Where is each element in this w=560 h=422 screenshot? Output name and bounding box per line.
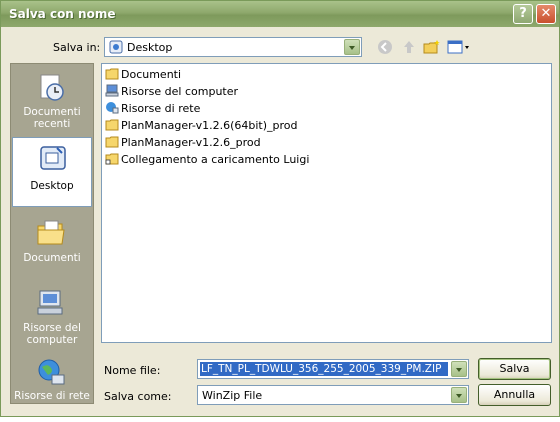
place-label: Documenti (23, 252, 81, 264)
title-bar[interactable]: Salva con nome ? ✕ (1, 1, 559, 27)
save-in-dropdown[interactable]: Desktop (104, 37, 362, 57)
my-computer-icon (36, 288, 66, 318)
help-button[interactable]: ? (513, 4, 533, 24)
place-my-computer[interactable]: Risorse del computer (11, 282, 93, 352)
my-computer-icon (105, 84, 119, 97)
close-button[interactable]: ✕ (536, 4, 556, 24)
file-list[interactable]: Documenti Risorse del computer Risorse d… (101, 63, 552, 343)
places-bar: Documenti recenti Desktop Documenti Riso… (10, 63, 94, 404)
file-name: PlanManager-v1.2.6_prod (121, 136, 261, 149)
folder-icon (105, 135, 119, 148)
save-as-dialog: Salva con nome ? ✕ Salva in: Desktop Doc… (0, 0, 560, 417)
folder-shortcut-icon (105, 152, 119, 165)
filename-label: Nome file: (104, 364, 161, 377)
file-name: Collegamento a caricamento Luigi (121, 153, 310, 166)
up-folder-icon[interactable] (399, 39, 419, 57)
list-item[interactable]: Documenti (105, 67, 181, 83)
place-label: Documenti recenti (23, 106, 81, 130)
save-in-label: Salva in: (53, 41, 101, 54)
documents-folder-icon (105, 67, 119, 80)
desktop-icon (38, 144, 68, 174)
place-network[interactable]: Risorse di rete (11, 352, 93, 422)
recent-documents-icon (36, 72, 66, 102)
back-icon[interactable] (375, 39, 395, 57)
place-desktop[interactable]: Desktop (12, 137, 92, 207)
list-item[interactable]: Risorse del computer (105, 84, 238, 100)
place-label: Risorse di rete (14, 390, 90, 402)
file-name: Documenti (121, 68, 182, 81)
list-item[interactable]: PlanManager-v1.2.6_prod (105, 135, 261, 151)
filename-value: LF_TN_PL_TDWLU_356_255_2005_339_PM.ZIP (200, 362, 448, 376)
savetype-label: Salva come: (104, 390, 172, 403)
save-in-value: Desktop (127, 41, 173, 54)
new-folder-icon[interactable] (422, 39, 442, 57)
filename-field[interactable]: LF_TN_PL_TDWLU_356_255_2005_339_PM.ZIP (197, 359, 469, 379)
chevron-down-icon[interactable] (344, 39, 360, 55)
list-item[interactable]: Collegamento a caricamento Luigi (105, 152, 309, 168)
cancel-button[interactable]: Annulla (478, 384, 551, 406)
window-title: Salva con nome (9, 7, 116, 21)
documents-folder-icon (36, 218, 66, 248)
savetype-value: WinZip File (202, 389, 263, 402)
list-item[interactable]: PlanManager-v1.2.6(64bit)_prod (105, 118, 298, 134)
save-button[interactable]: Salva (478, 358, 551, 380)
file-name: Risorse di rete (121, 102, 201, 115)
network-icon (105, 101, 119, 114)
chevron-down-icon[interactable] (451, 361, 467, 377)
file-name: PlanManager-v1.2.6(64bit)_prod (121, 119, 298, 132)
list-item[interactable]: Risorse di rete (105, 101, 200, 117)
place-documents[interactable]: Documenti (11, 212, 93, 282)
file-name: Risorse del computer (121, 85, 239, 98)
chevron-down-icon[interactable] (451, 387, 467, 403)
savetype-dropdown[interactable]: WinZip File (197, 385, 469, 405)
place-label: Desktop (30, 180, 74, 192)
folder-icon (105, 118, 119, 131)
view-menu-icon[interactable] (446, 39, 472, 57)
network-icon (36, 358, 66, 388)
place-label: Risorse del computer (23, 322, 81, 346)
place-recent-documents[interactable]: Documenti recenti (11, 66, 93, 136)
desktop-icon (109, 40, 123, 57)
